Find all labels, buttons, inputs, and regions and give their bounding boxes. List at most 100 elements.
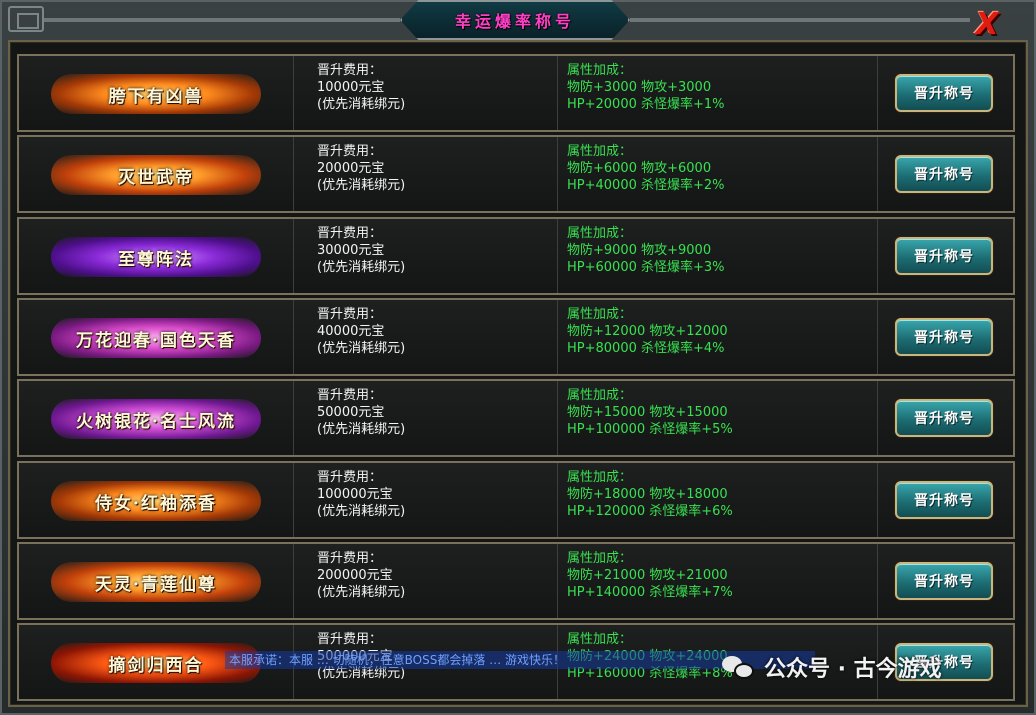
attribute-info: 属性加成： 物防+18000 物攻+18000 HP+120000 杀怪爆率+6…: [567, 467, 867, 535]
title-badge-zone: 至尊阵法: [23, 223, 289, 291]
attribute-label: 属性加成：: [567, 388, 633, 403]
window-title: 幸运爆率称号: [454, 12, 575, 31]
cost-note: (优先消耗绑元): [317, 97, 406, 112]
cost-value: 50000元宝: [317, 405, 385, 420]
row-divider: [557, 544, 558, 618]
attribute-label: 属性加成：: [567, 63, 633, 78]
promote-title-button[interactable]: 晋升称号: [895, 481, 993, 519]
title-badge-name: 至尊阵法: [118, 249, 194, 270]
title-badge: 灭世武帝: [51, 155, 261, 195]
row-divider: [293, 381, 294, 455]
cost-info: 晋升费用： 20000元宝 (优先消耗绑元): [317, 141, 555, 209]
attribute-info: 属性加成： 物防+15000 物攻+15000 HP+100000 杀怪爆率+5…: [567, 385, 867, 453]
cost-note: (优先消耗绑元): [317, 504, 406, 519]
cost-value: 20000元宝: [317, 161, 385, 176]
row-divider: [557, 219, 558, 293]
wechat-icon: [722, 654, 756, 680]
row-divider: [293, 219, 294, 293]
row-divider: [877, 219, 878, 293]
attribute-line-1: 物防+21000 物攻+21000: [567, 568, 728, 583]
title-badge-zone: 灭世武帝: [23, 141, 289, 209]
promote-title-button[interactable]: 晋升称号: [895, 237, 993, 275]
title-badge-zone: 火树银花·名士风流: [23, 385, 289, 453]
attribute-info: 属性加成： 物防+21000 物攻+21000 HP+140000 杀怪爆率+7…: [567, 548, 867, 616]
promote-title-button[interactable]: 晋升称号: [895, 318, 993, 356]
row-divider: [557, 381, 558, 455]
row-divider: [293, 300, 294, 374]
title-row: 胯下有凶兽 晋升费用： 10000元宝 (优先消耗绑元) 属性加成： 物防+30…: [17, 54, 1015, 132]
cost-info: 晋升费用： 30000元宝 (优先消耗绑元): [317, 223, 555, 291]
title-badge: 天灵·青莲仙尊: [51, 562, 261, 602]
cost-info: 晋升费用： 10000元宝 (优先消耗绑元): [317, 60, 555, 128]
cost-info: 晋升费用： 100000元宝 (优先消耗绑元): [317, 467, 555, 535]
cost-label: 晋升费用：: [317, 388, 383, 403]
title-badge: 胯下有凶兽: [51, 74, 261, 114]
title-row: 侍女·红袖添香 晋升费用： 100000元宝 (优先消耗绑元) 属性加成： 物防…: [17, 461, 1015, 539]
attribute-info: 属性加成： 物防+9000 物攻+9000 HP+60000 杀怪爆率+3%: [567, 223, 867, 291]
close-button[interactable]: X: [970, 7, 1004, 42]
cost-label: 晋升费用：: [317, 551, 383, 566]
top-rail-left: [44, 18, 400, 22]
row-divider: [877, 300, 878, 374]
attribute-line-1: 物防+12000 物攻+12000: [567, 324, 728, 339]
cost-note: (优先消耗绑元): [317, 422, 406, 437]
title-row: 灭世武帝 晋升费用： 20000元宝 (优先消耗绑元) 属性加成： 物防+600…: [17, 135, 1015, 213]
cost-note: (优先消耗绑元): [317, 178, 406, 193]
attribute-line-2: HP+40000 杀怪爆率+2%: [567, 178, 725, 193]
title-badge-zone: 万花迎春·国色天香: [23, 304, 289, 372]
attribute-line-2: HP+60000 杀怪爆率+3%: [567, 260, 725, 275]
watermark-text: 公众号 · 古今游戏: [764, 657, 942, 682]
row-divider: [557, 300, 558, 374]
attribute-label: 属性加成：: [567, 470, 633, 485]
attribute-line-1: 物防+9000 物攻+9000: [567, 243, 712, 258]
row-divider: [877, 381, 878, 455]
cost-label: 晋升费用：: [317, 470, 383, 485]
attribute-label: 属性加成：: [567, 144, 633, 159]
attribute-line-1: 物防+15000 物攻+15000: [567, 405, 728, 420]
attribute-line-2: HP+100000 杀怪爆率+5%: [567, 422, 733, 437]
cost-label: 晋升费用：: [317, 226, 383, 241]
title-row: 至尊阵法 晋升费用： 30000元宝 (优先消耗绑元) 属性加成： 物防+900…: [17, 217, 1015, 295]
cost-value: 10000元宝: [317, 80, 385, 95]
attribute-label: 属性加成：: [567, 226, 633, 241]
title-badge-name: 摘剑归西合: [108, 655, 204, 676]
cost-note: (优先消耗绑元): [317, 585, 406, 600]
cost-info: 晋升费用： 40000元宝 (优先消耗绑元): [317, 304, 555, 372]
cost-info: 晋升费用： 200000元宝 (优先消耗绑元): [317, 548, 555, 616]
title-badge-name: 侍女·红袖添香: [95, 493, 217, 514]
promote-title-button[interactable]: 晋升称号: [895, 562, 993, 600]
row-divider: [293, 463, 294, 537]
row-divider: [293, 544, 294, 618]
title-badge-name: 天灵·青莲仙尊: [95, 574, 217, 595]
title-badge-name: 胯下有凶兽: [108, 86, 204, 107]
title-row: 天灵·青莲仙尊 晋升费用： 200000元宝 (优先消耗绑元) 属性加成： 物防…: [17, 542, 1015, 620]
attribute-info: 属性加成： 物防+12000 物攻+12000 HP+80000 杀怪爆率+4%: [567, 304, 867, 372]
title-badge-name: 万花迎春·国色天香: [76, 330, 236, 351]
attribute-line-1: 物防+18000 物攻+18000: [567, 487, 728, 502]
cost-note: (优先消耗绑元): [317, 260, 406, 275]
attribute-line-2: HP+140000 杀怪爆率+7%: [567, 585, 733, 600]
corner-ornament-left: [8, 6, 44, 32]
row-divider: [877, 137, 878, 211]
row-divider: [877, 56, 878, 130]
promote-title-button[interactable]: 晋升称号: [895, 74, 993, 112]
row-divider: [557, 56, 558, 130]
row-divider: [293, 137, 294, 211]
cost-value: 100000元宝: [317, 487, 393, 502]
cost-value: 30000元宝: [317, 243, 385, 258]
cost-label: 晋升费用：: [317, 307, 383, 322]
row-divider: [877, 544, 878, 618]
title-badge-name: 灭世武帝: [118, 167, 194, 188]
attribute-line-2: HP+80000 杀怪爆率+4%: [567, 341, 725, 356]
watermark: 公众号 · 古今游戏: [722, 652, 942, 682]
title-badge-zone: 胯下有凶兽: [23, 60, 289, 128]
attribute-label: 属性加成：: [567, 307, 633, 322]
title-badge: 侍女·红袖添香: [51, 481, 261, 521]
attribute-info: 属性加成： 物防+3000 物攻+3000 HP+20000 杀怪爆率+1%: [567, 60, 867, 128]
cost-info: 晋升费用： 50000元宝 (优先消耗绑元): [317, 385, 555, 453]
title-badge: 万花迎春·国色天香: [51, 318, 261, 358]
promote-title-button[interactable]: 晋升称号: [895, 399, 993, 437]
title-row: 万花迎春·国色天香 晋升费用： 40000元宝 (优先消耗绑元) 属性加成： 物…: [17, 298, 1015, 376]
promote-title-button[interactable]: 晋升称号: [895, 155, 993, 193]
cost-note: (优先消耗绑元): [317, 341, 406, 356]
